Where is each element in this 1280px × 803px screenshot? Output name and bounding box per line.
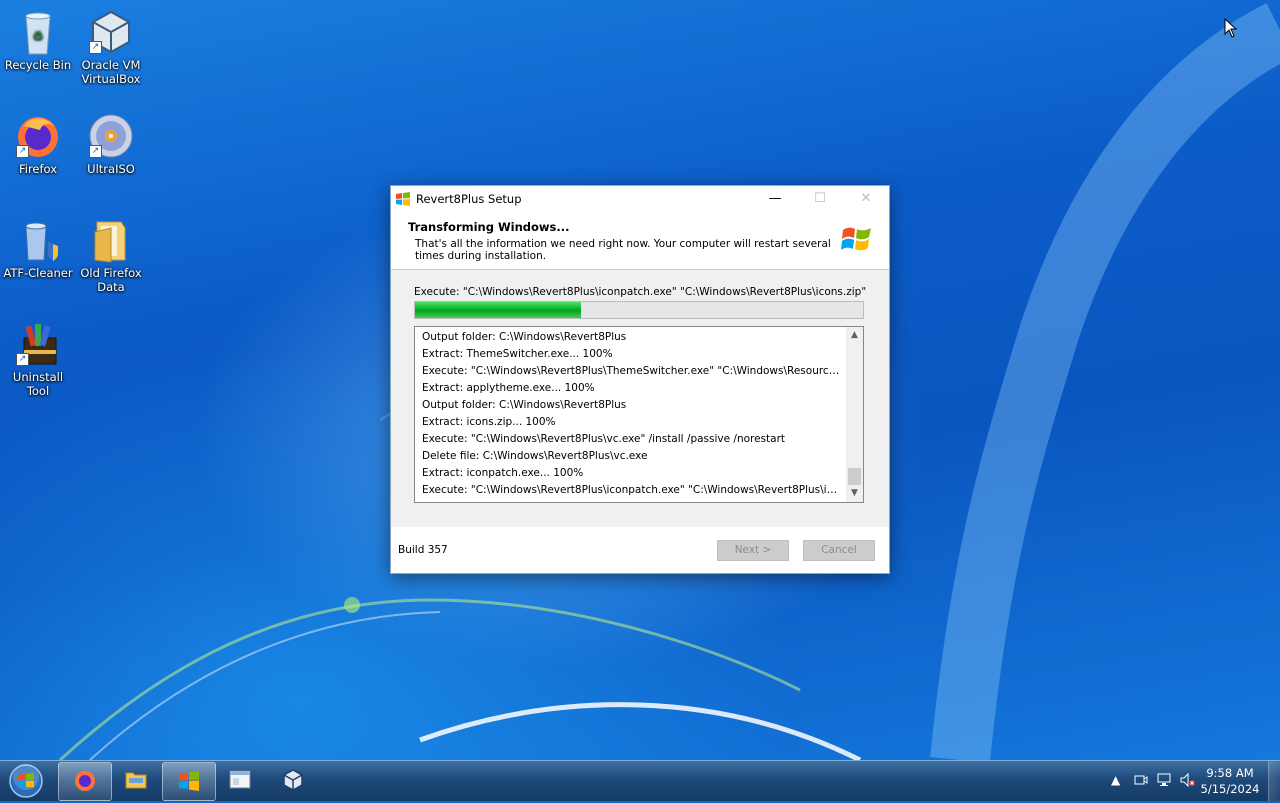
shortcut-arrow-icon: ↗ — [16, 145, 29, 158]
windows-logo-icon — [841, 224, 873, 257]
taskbar-file-explorer[interactable] — [110, 762, 162, 799]
show-desktop-button[interactable] — [1268, 761, 1280, 801]
log-line: Execute: "C:\Windows\Revert8Plus\iconpat… — [422, 484, 842, 496]
shortcut-arrow-icon: ↗ — [89, 41, 102, 54]
clock-date: 5/15/2024 — [1200, 782, 1260, 796]
wizard-body: Execute: "C:\Windows\Revert8Plus\iconpat… — [391, 270, 889, 528]
log-lines: Output folder: C:\Windows\Revert8Plus Ex… — [415, 327, 863, 499]
page-heading: Transforming Windows... — [408, 220, 570, 234]
build-label: Build 357 — [398, 544, 448, 556]
chevron-up-icon[interactable]: ▲ — [1111, 773, 1120, 787]
taskbar-firefox[interactable] — [58, 762, 112, 801]
desktop-icon-virtualbox[interactable]: ↗ Oracle VM VirtualBox — [73, 8, 149, 86]
next-button[interactable]: Next > — [717, 540, 789, 561]
desktop-icon-label: Firefox — [18, 162, 58, 176]
log-scrollbar[interactable]: ▲ ▼ — [846, 327, 863, 502]
desktop-icon-firefox[interactable]: ↗ Firefox — [0, 112, 76, 176]
window-title: Revert8Plus Setup — [416, 192, 522, 206]
camera-icon[interactable] — [1134, 773, 1148, 790]
desktop-icon-label: Recycle Bin — [4, 58, 72, 72]
folder-icon — [124, 768, 148, 795]
folder-icon — [87, 216, 135, 264]
log-line: Extract: applytheme.exe... 100% — [422, 382, 595, 394]
network-icon[interactable] — [1157, 773, 1173, 790]
desktop-icon-recycle-bin[interactable]: ♻ Recycle Bin — [0, 8, 76, 72]
close-button[interactable]: ✕ — [843, 186, 889, 212]
clock-time: 9:58 AM — [1206, 766, 1254, 780]
uninstall-tool-icon: ↗ — [14, 320, 62, 368]
desktop-icon-label: Oracle VM VirtualBox — [81, 58, 141, 86]
atf-cleaner-icon — [14, 216, 62, 264]
log-line: Delete file: C:\Windows\Revert8Plus\vc.e… — [422, 450, 648, 462]
taskbar-virtualbox[interactable] — [267, 762, 319, 799]
log-line: Execute: "C:\Windows\Revert8Plus\ThemeSw… — [422, 365, 842, 377]
log-line: Output folder: C:\Windows\Revert8Plus — [422, 331, 627, 343]
windows-flag-icon — [177, 769, 201, 796]
wizard-header: Transforming Windows... That's all the i… — [391, 212, 889, 270]
svg-text:♻: ♻ — [33, 29, 44, 43]
desktop-icon-label: UltraISO — [87, 162, 135, 176]
desktop-icon-atf-cleaner[interactable]: ATF-Cleaner — [0, 216, 76, 280]
windows-flag-icon — [395, 191, 411, 210]
desktop-icon-ultraiso[interactable]: ↗ UltraISO — [73, 112, 149, 176]
virtualbox-icon: ↗ — [87, 8, 135, 56]
log-line: Execute: "C:\Windows\Revert8Plus\vc.exe"… — [422, 433, 786, 445]
start-button[interactable] — [7, 762, 47, 800]
virtualbox-icon — [281, 768, 305, 795]
install-progress-bar — [414, 301, 864, 319]
scroll-down-icon[interactable]: ▼ — [846, 485, 863, 502]
recycle-bin-icon: ♻ — [14, 8, 62, 56]
cancel-button[interactable]: Cancel — [803, 540, 875, 561]
volume-muted-icon[interactable] — [1180, 772, 1196, 790]
firefox-icon — [73, 769, 97, 796]
wizard-footer: Build 357 Next > Cancel — [391, 527, 889, 573]
taskbar-window-app[interactable] — [214, 762, 266, 799]
scroll-thumb[interactable] — [848, 468, 861, 485]
desktop-icon-old-firefox-data[interactable]: Old Firefox Data — [73, 216, 149, 294]
taskbar: ▲ 9:58 AM 5/15/2024 — [0, 760, 1280, 801]
desktop-icon-label: ATF-Cleaner — [3, 266, 73, 280]
current-action-text: Execute: "C:\Windows\Revert8Plus\iconpat… — [414, 286, 867, 298]
page-subtitle: That's all the information we need right… — [415, 238, 831, 262]
install-log[interactable]: Output folder: C:\Windows\Revert8Plus Ex… — [414, 326, 864, 503]
mouse-cursor-icon — [1224, 17, 1238, 41]
progress-fill — [415, 302, 581, 318]
maximize-button[interactable]: ☐ — [797, 186, 843, 212]
log-line: Extract: ThemeSwitcher.exe... 100% — [422, 348, 613, 360]
desktop-icon-uninstall-tool[interactable]: ↗ Uninstall Tool — [0, 320, 76, 398]
window-icon — [228, 768, 252, 795]
desktop-icon-label: Uninstall Tool — [12, 370, 64, 398]
log-line: Output folder: C:\Windows\Revert8Plus — [422, 399, 627, 411]
minimize-button[interactable]: — — [752, 186, 798, 212]
title-bar[interactable]: Revert8Plus Setup — ☐ ✕ — [391, 186, 889, 212]
firefox-icon: ↗ — [14, 112, 62, 160]
taskbar-revert8plus-setup[interactable] — [162, 762, 216, 801]
log-line: Extract: icons.zip... 100% — [422, 416, 556, 428]
clock[interactable]: 9:58 AM 5/15/2024 — [1198, 765, 1262, 797]
shortcut-arrow-icon: ↗ — [89, 145, 102, 158]
setup-window: Revert8Plus Setup — ☐ ✕ Transforming Win… — [390, 185, 890, 574]
shortcut-arrow-icon: ↗ — [16, 353, 29, 366]
ultraiso-icon: ↗ — [87, 112, 135, 160]
log-line: Extract: iconpatch.exe... 100% — [422, 467, 584, 479]
desktop-icon-label: Old Firefox Data — [80, 266, 142, 294]
scroll-up-icon[interactable]: ▲ — [846, 327, 863, 344]
